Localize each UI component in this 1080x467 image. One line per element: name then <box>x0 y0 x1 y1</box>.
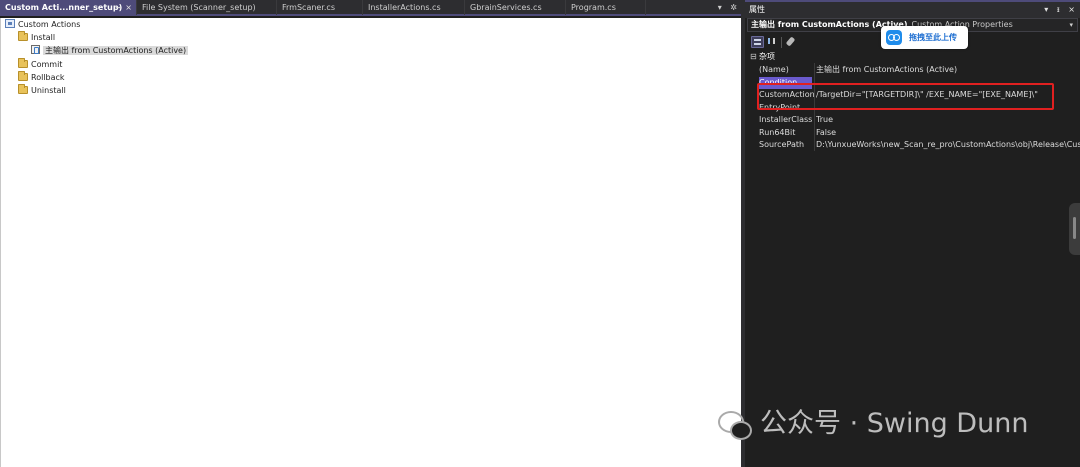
tree-node-label: 主输出 from CustomActions (Active) <box>43 46 189 55</box>
settings-icon[interactable]: ✲ <box>730 3 737 12</box>
tree-node-uninstall[interactable]: Uninstall <box>18 84 66 97</box>
sort-alphabetical-icon <box>768 38 775 44</box>
custom-actions-root-icon <box>5 19 15 28</box>
document-area: Custom Acti...nner_setup) ⊸ × File Syste… <box>0 0 741 467</box>
tab-file-system[interactable]: File System (Scanner_setup) <box>137 0 277 15</box>
tab-frmscaner[interactable]: FrmScaner.cs <box>277 0 363 15</box>
custom-action-icon <box>31 45 40 54</box>
side-scroll-handle[interactable] <box>1069 203 1080 255</box>
property-name: SourcePath <box>759 140 805 149</box>
folder-icon <box>18 84 28 94</box>
tab-installeractions[interactable]: InstallerActions.cs <box>363 0 465 15</box>
property-name: InstallerClass <box>759 115 813 124</box>
categorized-button[interactable] <box>751 36 764 48</box>
tab-label: FrmScaner.cs <box>282 3 335 12</box>
tab-overflow-icon[interactable]: ▾ <box>718 3 722 12</box>
watermark-text: 公众号 · Swing Dunn <box>760 408 1029 439</box>
pin-panel-icon[interactable]: ᵻ <box>1057 5 1060 14</box>
property-value[interactable]: D:\YunxueWorks\new_Scan_re_pro\CustomAct… <box>816 139 1080 152</box>
tab-label: GbrainServices.cs <box>470 3 542 12</box>
property-row-name[interactable]: (Name) 主输出 from CustomActions (Active) <box>757 64 1080 77</box>
tab-label: InstallerActions.cs <box>368 3 441 12</box>
tree-node-primary-output[interactable]: 主输出 from CustomActions (Active) <box>31 45 189 57</box>
categorized-icon <box>754 39 761 45</box>
folder-icon <box>18 31 28 41</box>
properties-title-controls: ▾ ᵻ × <box>1038 2 1075 17</box>
tab-bar-controls: ▾ ✲ <box>712 0 737 15</box>
cloud-upload-icon <box>886 30 902 45</box>
category-label: 杂项 <box>759 52 775 61</box>
property-value[interactable]: 主输出 from CustomActions (Active) <box>816 64 1080 77</box>
property-row-run64bit[interactable]: Run64Bit False <box>757 127 1080 140</box>
tree-node-install[interactable]: Install <box>18 31 56 44</box>
properties-panel: 属性 ▾ ᵻ × 主输出 from CustomActions (Active)… <box>745 0 1080 467</box>
close-tab-icon[interactable]: × <box>125 0 132 15</box>
panel-dropdown-icon[interactable]: ▾ <box>1044 5 1048 14</box>
tree-node-label: Commit <box>31 60 63 69</box>
alphabetical-button[interactable] <box>766 36 779 48</box>
upload-badge-label: 拖拽至此上传 <box>909 33 957 42</box>
property-value[interactable]: True <box>816 114 1080 127</box>
collapse-icon[interactable]: ⊟ <box>750 51 757 63</box>
tab-program[interactable]: Program.cs <box>566 0 646 15</box>
tree-root-label: Custom Actions <box>18 20 81 29</box>
category-misc[interactable]: ⊟ 杂项 <box>745 51 1080 63</box>
chevron-down-icon: ▾ <box>1069 21 1073 29</box>
property-pages-button[interactable] <box>785 36 798 48</box>
tree-node-label: Uninstall <box>31 86 66 95</box>
wechat-icon <box>716 409 752 440</box>
close-panel-icon[interactable]: × <box>1068 5 1075 14</box>
tab-label: File System (Scanner_setup) <box>142 3 256 12</box>
tree-node-label: Install <box>31 33 56 42</box>
tree-node-label: Rollback <box>31 73 65 82</box>
tab-label: Program.cs <box>571 3 616 12</box>
pin-tab-icon[interactable]: ⊸ <box>115 0 122 15</box>
toolbar-divider <box>781 37 782 48</box>
wrench-icon <box>785 36 796 47</box>
property-row-sourcepath[interactable]: SourcePath D:\YunxueWorks\new_Scan_re_pr… <box>757 139 1080 152</box>
drag-upload-badge[interactable]: 拖拽至此上传 <box>881 26 968 49</box>
folder-icon <box>18 58 28 68</box>
tree-node-rollback[interactable]: Rollback <box>18 71 65 84</box>
folder-icon <box>18 71 28 81</box>
property-name: (Name) <box>759 65 789 74</box>
properties-title: 属性 <box>749 5 765 14</box>
properties-title-bar: 属性 ▾ ᵻ × <box>745 0 1080 18</box>
tree-node-commit[interactable]: Commit <box>18 58 63 71</box>
highlight-annotation-box <box>757 83 1054 110</box>
property-name: Run64Bit <box>759 127 796 137</box>
property-value[interactable]: False <box>816 127 1080 140</box>
tab-gbrainservices[interactable]: GbrainServices.cs <box>465 0 566 15</box>
tree-root[interactable]: Custom Actions <box>5 19 80 31</box>
tab-custom-actions[interactable]: Custom Acti...nner_setup) ⊸ × <box>0 0 137 15</box>
tab-label: Custom Acti...nner_setup) <box>5 3 123 12</box>
property-row-installerclass[interactable]: InstallerClass True <box>757 114 1080 127</box>
custom-actions-tree: Custom Actions Install 主输出 from CustomAc… <box>0 18 741 467</box>
document-tab-bar: Custom Acti...nner_setup) ⊸ × File Syste… <box>0 0 741 16</box>
